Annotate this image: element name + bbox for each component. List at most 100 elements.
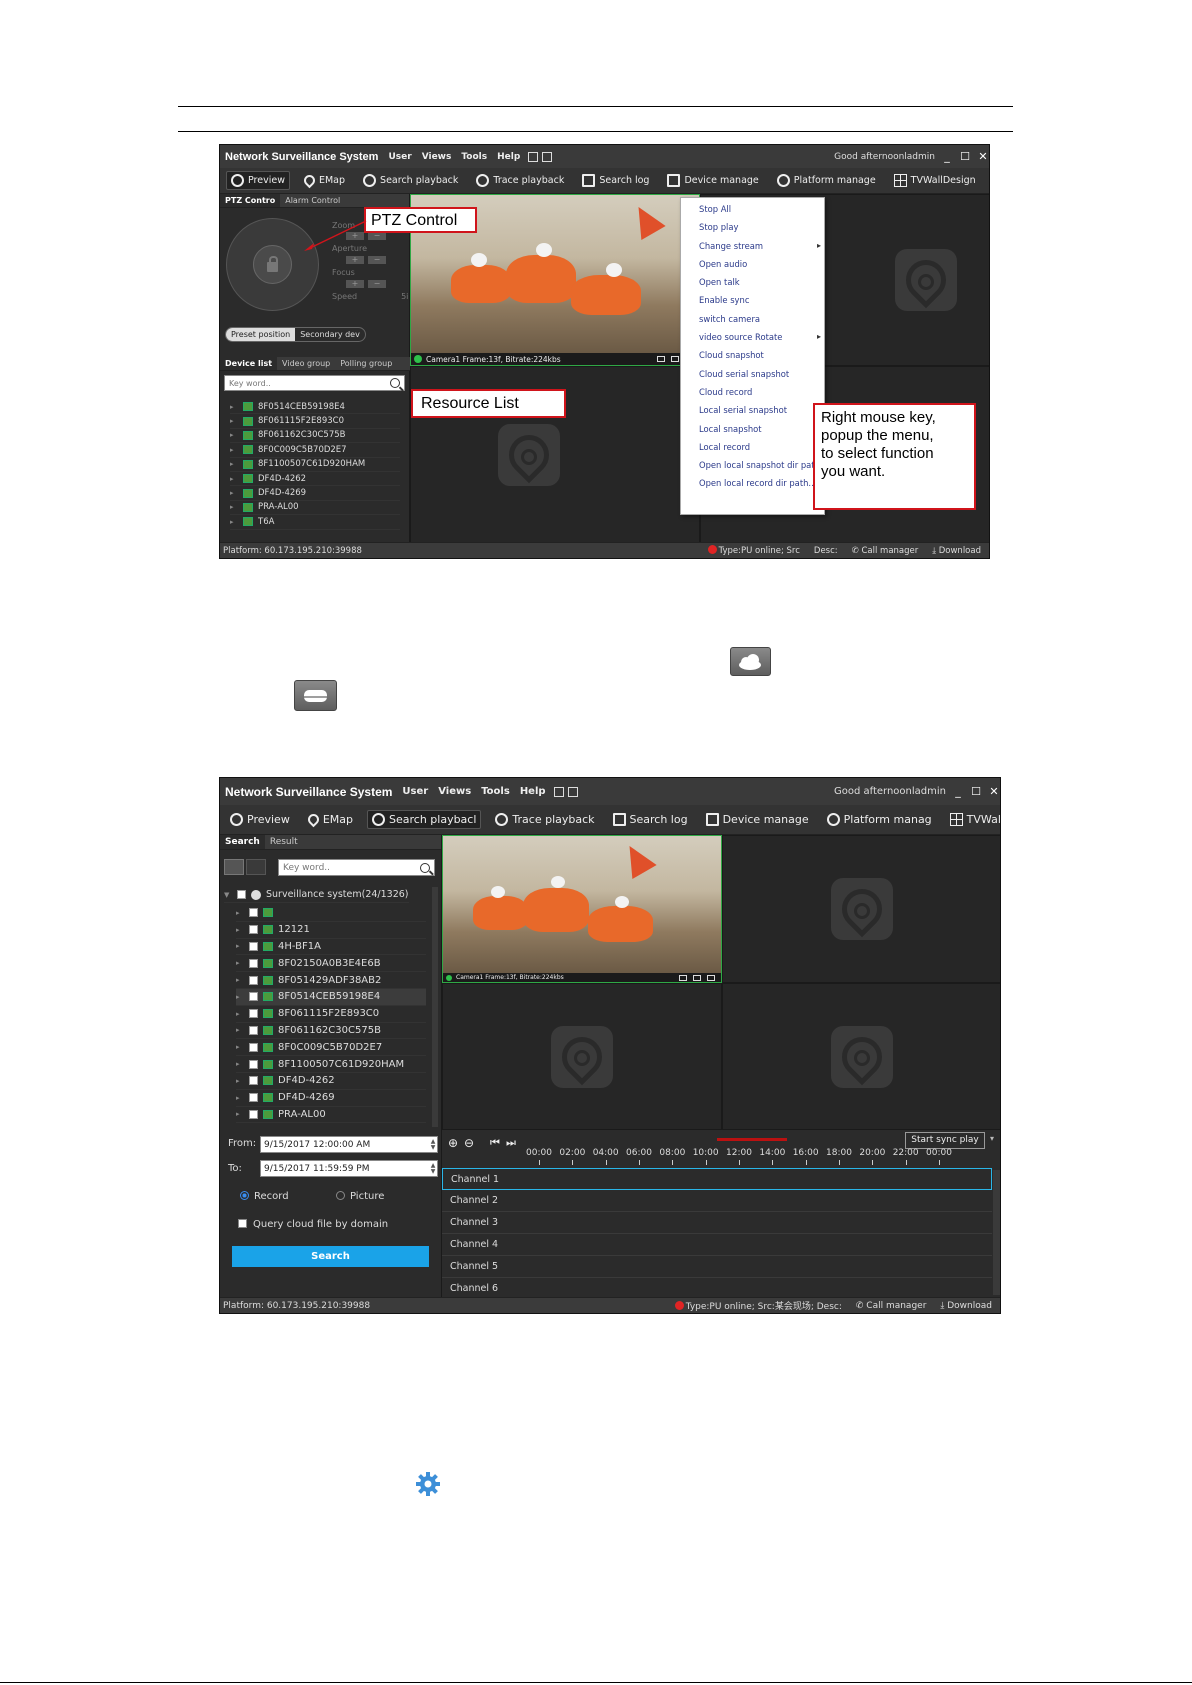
expand-arrow-icon[interactable]: ▸ bbox=[236, 1010, 244, 1018]
fullscreen-icon[interactable] bbox=[528, 151, 539, 162]
tree-checkbox[interactable] bbox=[249, 1025, 258, 1035]
device-list-item[interactable]: ▸ 8F061162C30C575B bbox=[230, 429, 400, 444]
expand-arrow-icon[interactable]: ▸ bbox=[230, 518, 238, 526]
tree-checkbox[interactable] bbox=[249, 975, 258, 985]
expand-arrow-icon[interactable]: ▸ bbox=[236, 926, 244, 934]
start-sync-play-button[interactable]: Start sync play bbox=[905, 1132, 985, 1149]
toolbar-device-manage[interactable]: Device manage bbox=[702, 811, 813, 828]
layout-icon[interactable] bbox=[567, 786, 578, 797]
channel-row[interactable]: Channel 2 bbox=[442, 1190, 992, 1212]
close-button[interactable]: ✕ bbox=[977, 150, 989, 163]
tree-item[interactable]: ▸ DF4D-4269 bbox=[236, 1090, 426, 1107]
expand-arrow-icon[interactable]: ▸ bbox=[236, 993, 244, 1001]
toolbar-trace-playback[interactable]: Trace playback bbox=[472, 172, 568, 189]
context-menu-item[interactable]: Local snapshot bbox=[681, 420, 824, 438]
tree-item[interactable]: ▸ 8F051429ADF38AB2 bbox=[236, 972, 426, 989]
tree-checkbox[interactable] bbox=[249, 1059, 258, 1069]
audio-icon[interactable] bbox=[707, 974, 715, 981]
date-spinner[interactable]: ▲ ▼ bbox=[429, 1138, 437, 1151]
dropdown-arrow-icon[interactable]: ▾ bbox=[990, 1134, 994, 1143]
context-menu-item[interactable]: switch camera bbox=[681, 310, 824, 328]
menu-user[interactable]: User bbox=[402, 786, 428, 797]
toolbar-preview[interactable]: Preview bbox=[226, 171, 290, 190]
tree-checkbox[interactable] bbox=[249, 958, 258, 968]
context-menu-item[interactable]: Open local record dir path.. bbox=[681, 474, 824, 492]
tree-checkbox[interactable] bbox=[237, 890, 246, 899]
tab-search[interactable]: Search bbox=[220, 835, 265, 849]
from-date-field[interactable]: 9/15/2017 12:00:00 AM ▲ ▼ bbox=[260, 1136, 438, 1153]
menu-user[interactable]: User bbox=[388, 152, 411, 162]
ptz-center[interactable] bbox=[253, 245, 292, 284]
focus-minus-button[interactable]: − bbox=[368, 280, 386, 288]
tab-device-list[interactable]: Device list bbox=[220, 357, 278, 370]
tab-video-group[interactable]: Video group bbox=[277, 357, 335, 370]
tab-ptz-control[interactable]: PTZ Contro bbox=[220, 194, 281, 207]
toolbar-preview[interactable]: Preview bbox=[226, 811, 294, 828]
snapshot-icon[interactable] bbox=[671, 356, 679, 362]
tree-scrollbar[interactable] bbox=[432, 887, 438, 1127]
expand-arrow-icon[interactable]: ▸ bbox=[236, 1094, 244, 1102]
tree-item[interactable]: ▸ 12121 bbox=[236, 922, 426, 939]
tree-item[interactable]: ▸ 4H-BF1A bbox=[236, 939, 426, 956]
device-list-item[interactable]: ▸ DF4D-4269 bbox=[230, 486, 400, 501]
fullscreen-icon[interactable] bbox=[553, 786, 564, 797]
channel-scrollbar[interactable] bbox=[993, 1170, 1000, 1295]
context-menu-item[interactable]: Open local snapshot dir path.. bbox=[681, 456, 825, 474]
tree-checkbox[interactable] bbox=[249, 941, 258, 951]
expand-arrow-icon[interactable]: ▸ bbox=[236, 1060, 244, 1068]
tree-item[interactable]: ▸ PRA-AL00 bbox=[236, 1107, 426, 1124]
toolbar-search-playbacl[interactable]: Search playbacl bbox=[367, 810, 482, 829]
layout-icon[interactable] bbox=[542, 151, 553, 162]
toolbar-platform-manag[interactable]: Platform manag bbox=[823, 811, 936, 828]
playback-cell-3[interactable] bbox=[442, 983, 722, 1130]
tree-checkbox[interactable] bbox=[249, 1009, 258, 1019]
tree-item[interactable]: ▸ bbox=[236, 905, 426, 922]
search-button[interactable]: Search bbox=[232, 1246, 429, 1267]
device-list-item[interactable]: ▸ 8F1100507C61D920HAM bbox=[230, 458, 400, 472]
expand-arrow-icon[interactable]: ▸ bbox=[230, 489, 238, 497]
expand-arrow-icon[interactable]: ▸ bbox=[230, 475, 238, 483]
playback-cell-4[interactable] bbox=[722, 983, 1000, 1130]
tab-polling-group[interactable]: Polling group bbox=[335, 357, 397, 370]
tree-checkbox[interactable] bbox=[249, 1093, 258, 1103]
tree-item[interactable]: ▸ 8F0514CEB59198E4 bbox=[236, 988, 426, 1006]
device-search-input[interactable]: Key word.. bbox=[224, 375, 405, 391]
playback-cell-2[interactable] bbox=[722, 835, 1000, 983]
expand-arrow-icon[interactable]: ▸ bbox=[230, 460, 238, 468]
date-spinner[interactable]: ▲ ▼ bbox=[429, 1162, 437, 1175]
tree-checkbox[interactable] bbox=[249, 1042, 258, 1052]
tree-checkbox[interactable] bbox=[249, 1076, 258, 1086]
call-manager-button[interactable]: ✆ Call manager bbox=[856, 1301, 927, 1311]
device-list-item[interactable]: ▸ 8F0514CEB59198E4 bbox=[230, 400, 400, 415]
query-cloud-checkbox[interactable]: Query cloud file by domain bbox=[238, 1219, 388, 1230]
channel-row[interactable]: Channel 5 bbox=[442, 1256, 992, 1278]
menu-help[interactable]: Help bbox=[520, 786, 546, 797]
call-manager-button[interactable]: ✆ Call manager bbox=[852, 546, 919, 556]
minimize-button[interactable]: _ bbox=[952, 785, 964, 798]
snapshot-icon[interactable] bbox=[693, 974, 701, 981]
aperture-minus-button[interactable]: − bbox=[368, 256, 386, 264]
expand-arrow-icon[interactable]: ▸ bbox=[236, 976, 244, 984]
tree-item[interactable]: ▸ 8F061115F2E893C0 bbox=[236, 1006, 426, 1023]
context-menu-item[interactable]: Stop All bbox=[681, 200, 824, 218]
context-menu-item[interactable]: video source Rotate bbox=[681, 328, 824, 347]
toolbar-search-log[interactable]: Search log bbox=[609, 811, 692, 828]
expand-arrow-icon[interactable]: ▸ bbox=[236, 909, 244, 917]
channel-row[interactable]: Channel 4 bbox=[442, 1234, 992, 1256]
maximize-button[interactable]: ☐ bbox=[970, 785, 982, 798]
expand-arrow-icon[interactable]: ▸ bbox=[236, 942, 244, 950]
tree-checkbox[interactable] bbox=[249, 925, 258, 935]
close-button[interactable]: ✕ bbox=[988, 785, 1000, 798]
keyword-search-input[interactable]: Key word.. bbox=[278, 859, 435, 876]
expand-arrow-icon[interactable]: ▸ bbox=[230, 446, 238, 454]
toolbar-platform-manage[interactable]: Platform manage bbox=[773, 172, 880, 189]
device-list-item[interactable]: ▸ T6A bbox=[230, 515, 400, 530]
context-menu-item[interactable]: Enable sync bbox=[681, 291, 824, 309]
expand-arrow-icon[interactable]: ▸ bbox=[236, 1077, 244, 1085]
menu-views[interactable]: Views bbox=[422, 152, 452, 162]
expand-arrow-icon[interactable]: ▸ bbox=[236, 959, 244, 967]
maximize-button[interactable]: ☐ bbox=[959, 150, 971, 163]
preset-position-tab[interactable]: Preset position bbox=[226, 328, 296, 341]
tree-checkbox[interactable] bbox=[249, 1109, 258, 1119]
menu-tools[interactable]: Tools bbox=[481, 786, 510, 797]
